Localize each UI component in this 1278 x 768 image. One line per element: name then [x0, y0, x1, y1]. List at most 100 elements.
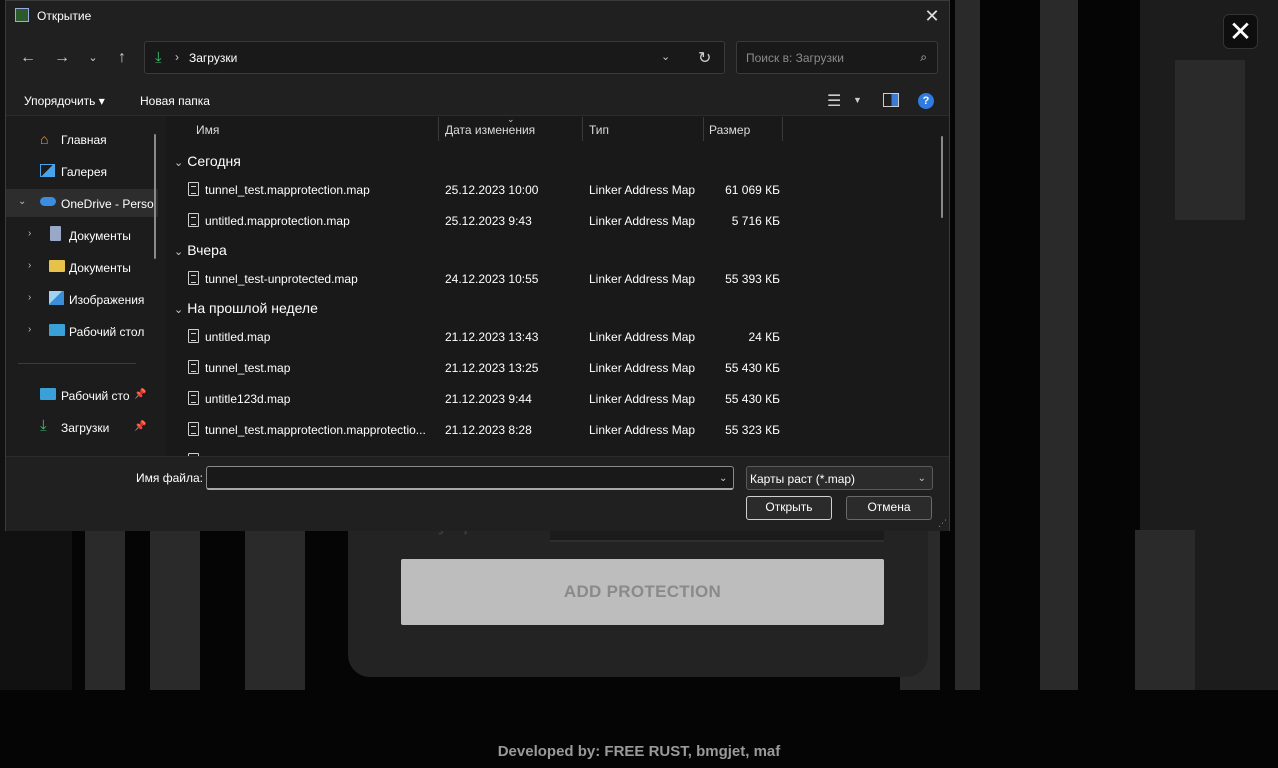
dialog-footer: Имя файла: ⌄ Карты раст (*.map) ⌄ Открыт… [6, 456, 949, 531]
file-icon [188, 391, 199, 405]
nav-item-label: Изображения [69, 293, 145, 307]
file-row[interactable]: untitled.map 21.12.2023 13:43 Linker Add… [166, 321, 786, 352]
nav-scrollbar[interactable] [154, 134, 156, 259]
preview-pane-icon[interactable] [883, 93, 899, 107]
expand-chevron-icon[interactable]: › [28, 228, 31, 239]
expand-chevron-icon[interactable]: › [28, 260, 31, 271]
bg-stripe [1175, 60, 1245, 220]
up-button[interactable]: ↑ [110, 46, 134, 70]
file-type-filter-value: Карты раст (*.map) [750, 472, 856, 486]
nav-item-label: Рабочий сто [61, 389, 130, 403]
nav-item-label: Загрузки [61, 421, 110, 435]
nav-item-desktop-pinned[interactable]: Рабочий сто 📌 [6, 381, 158, 409]
nav-item-pictures[interactable]: › Изображения [6, 285, 158, 313]
refresh-icon[interactable]: ↻ [698, 48, 711, 68]
filename-input[interactable] [206, 466, 734, 490]
file-row[interactable]: tunnel_test.mapprotection.map 25.12.2023… [166, 174, 786, 205]
search-icon[interactable]: ⌕ [920, 50, 927, 65]
address-history-chevron-icon[interactable]: ⌄ [661, 50, 670, 63]
open-file-dialog: Открытие ✕ ← → ⌄ ↑ ⤓ › Загрузки ⌄ ↻ Поис… [5, 0, 950, 531]
new-folder-button[interactable]: Новая папка [140, 94, 210, 108]
pin-icon: 📌 [134, 421, 147, 432]
collapse-chevron-icon: ⌄ [174, 246, 184, 258]
nav-item-documents[interactable]: › Документы [6, 221, 158, 249]
filename-history-chevron-icon[interactable]: ⌄ [719, 473, 727, 484]
column-header-size[interactable]: Размер [709, 123, 750, 137]
file-row[interactable]: tunnel_test.map 21.12.2023 13:25 Linker … [166, 352, 786, 383]
column-divider[interactable] [582, 117, 583, 141]
file-name: tunnel_test.map [205, 361, 291, 375]
file-type: Linker Address Map [589, 423, 696, 437]
app-icon [15, 8, 29, 22]
dialog-toolbar: Упорядочить ▾ Новая папка ☰ ▼ ? [6, 86, 949, 116]
column-header-type[interactable]: Тип [589, 123, 609, 137]
nav-item-documents-folder[interactable]: › Документы [6, 253, 158, 281]
file-type: Linker Address Map [589, 330, 696, 344]
address-bar[interactable]: ⤓ › Загрузки ⌄ ↻ [144, 41, 725, 74]
organize-menu-button[interactable]: Упорядочить ▾ [24, 94, 105, 108]
group-header-yesterday[interactable]: ⌄ Вчера [174, 242, 227, 258]
file-row-partial[interactable] [166, 445, 786, 456]
nav-item-label: Главная [61, 133, 107, 147]
column-header-name[interactable]: Имя [196, 123, 219, 137]
nav-item-downloads[interactable]: ⤓ Загрузки 📌 [6, 413, 158, 441]
expand-chevron-icon[interactable]: › [28, 292, 31, 303]
nav-item-home[interactable]: ⌂ Главная [6, 125, 158, 153]
file-icon [188, 213, 199, 227]
column-header-date[interactable]: Дата изменения [445, 123, 535, 137]
view-chevron-icon[interactable]: ▼ [853, 95, 862, 105]
file-type-filter-select[interactable]: Карты раст (*.map) ⌄ [746, 466, 933, 490]
add-protection-button[interactable]: ADD PROTECTION [401, 559, 884, 625]
file-size: 55 430 КБ [725, 361, 780, 375]
file-size: 24 КБ [748, 330, 780, 344]
group-label: На прошлой неделе [187, 300, 318, 316]
file-icon [188, 329, 199, 343]
chevron-down-icon: ⌄ [917, 473, 926, 484]
forward-button[interactable]: → [50, 46, 74, 70]
search-input[interactable]: Поиск в: Загрузки ⌕ [736, 41, 938, 74]
collapse-chevron-icon: ⌄ [174, 157, 184, 169]
resize-grip-icon[interactable]: ⋰ [938, 518, 947, 529]
app-close-button[interactable]: ✕ [1223, 14, 1258, 49]
nav-item-label: Документы [69, 229, 131, 243]
recent-locations-chevron-icon[interactable]: ⌄ [81, 46, 105, 70]
file-icon [188, 422, 199, 436]
file-size: 55 430 КБ [725, 392, 780, 406]
open-button[interactable]: Открыть [746, 496, 832, 520]
file-row[interactable]: untitle123d.map 21.12.2023 9:44 Linker A… [166, 383, 786, 414]
file-list-scrollbar[interactable] [941, 136, 943, 218]
file-name: tunnel_test-unprotected.map [205, 272, 358, 286]
file-date: 25.12.2023 9:43 [445, 214, 532, 228]
cancel-button[interactable]: Отмена [846, 496, 932, 520]
expand-chevron-icon[interactable]: ⌄ [18, 196, 26, 207]
nav-item-onedrive[interactable]: ⌄ OneDrive - Perso [6, 189, 158, 217]
onedrive-icon [40, 197, 56, 206]
dialog-close-button[interactable]: ✕ [921, 5, 943, 27]
breadcrumb-location[interactable]: Загрузки [189, 51, 237, 65]
back-button[interactable]: ← [16, 46, 40, 70]
home-icon: ⌂ [40, 131, 49, 147]
nav-item-gallery[interactable]: Галерея [6, 157, 158, 185]
expand-chevron-icon[interactable]: › [28, 324, 31, 335]
file-row[interactable]: tunnel_test-unprotected.map 24.12.2023 1… [166, 263, 786, 294]
nav-item-desktop[interactable]: › Рабочий стол [6, 317, 158, 345]
file-date: 24.12.2023 10:55 [445, 272, 539, 286]
file-icon [188, 182, 199, 196]
file-type: Linker Address Map [589, 272, 696, 286]
file-date: 21.12.2023 9:44 [445, 392, 532, 406]
breadcrumb-chevron-icon[interactable]: › [175, 50, 179, 64]
view-options-icon[interactable]: ☰ [827, 91, 841, 111]
file-row[interactable]: tunnel_test.mapprotection.mapprotectio..… [166, 414, 786, 445]
group-header-last-week[interactable]: ⌄ На прошлой неделе [174, 300, 318, 316]
file-name: untitled.map [205, 330, 271, 344]
column-divider[interactable] [782, 117, 783, 141]
download-icon: ⤓ [40, 417, 47, 434]
help-icon[interactable]: ? [918, 93, 934, 109]
bg-stripe [1135, 530, 1195, 690]
file-row[interactable]: untitled.mapprotection.map 25.12.2023 9:… [166, 205, 786, 236]
nav-divider [18, 363, 136, 364]
dialog-titlebar[interactable]: Открытие ✕ [6, 1, 949, 31]
column-divider[interactable] [438, 117, 439, 141]
column-divider[interactable] [703, 117, 704, 141]
group-header-today[interactable]: ⌄ Сегодня [174, 153, 241, 169]
